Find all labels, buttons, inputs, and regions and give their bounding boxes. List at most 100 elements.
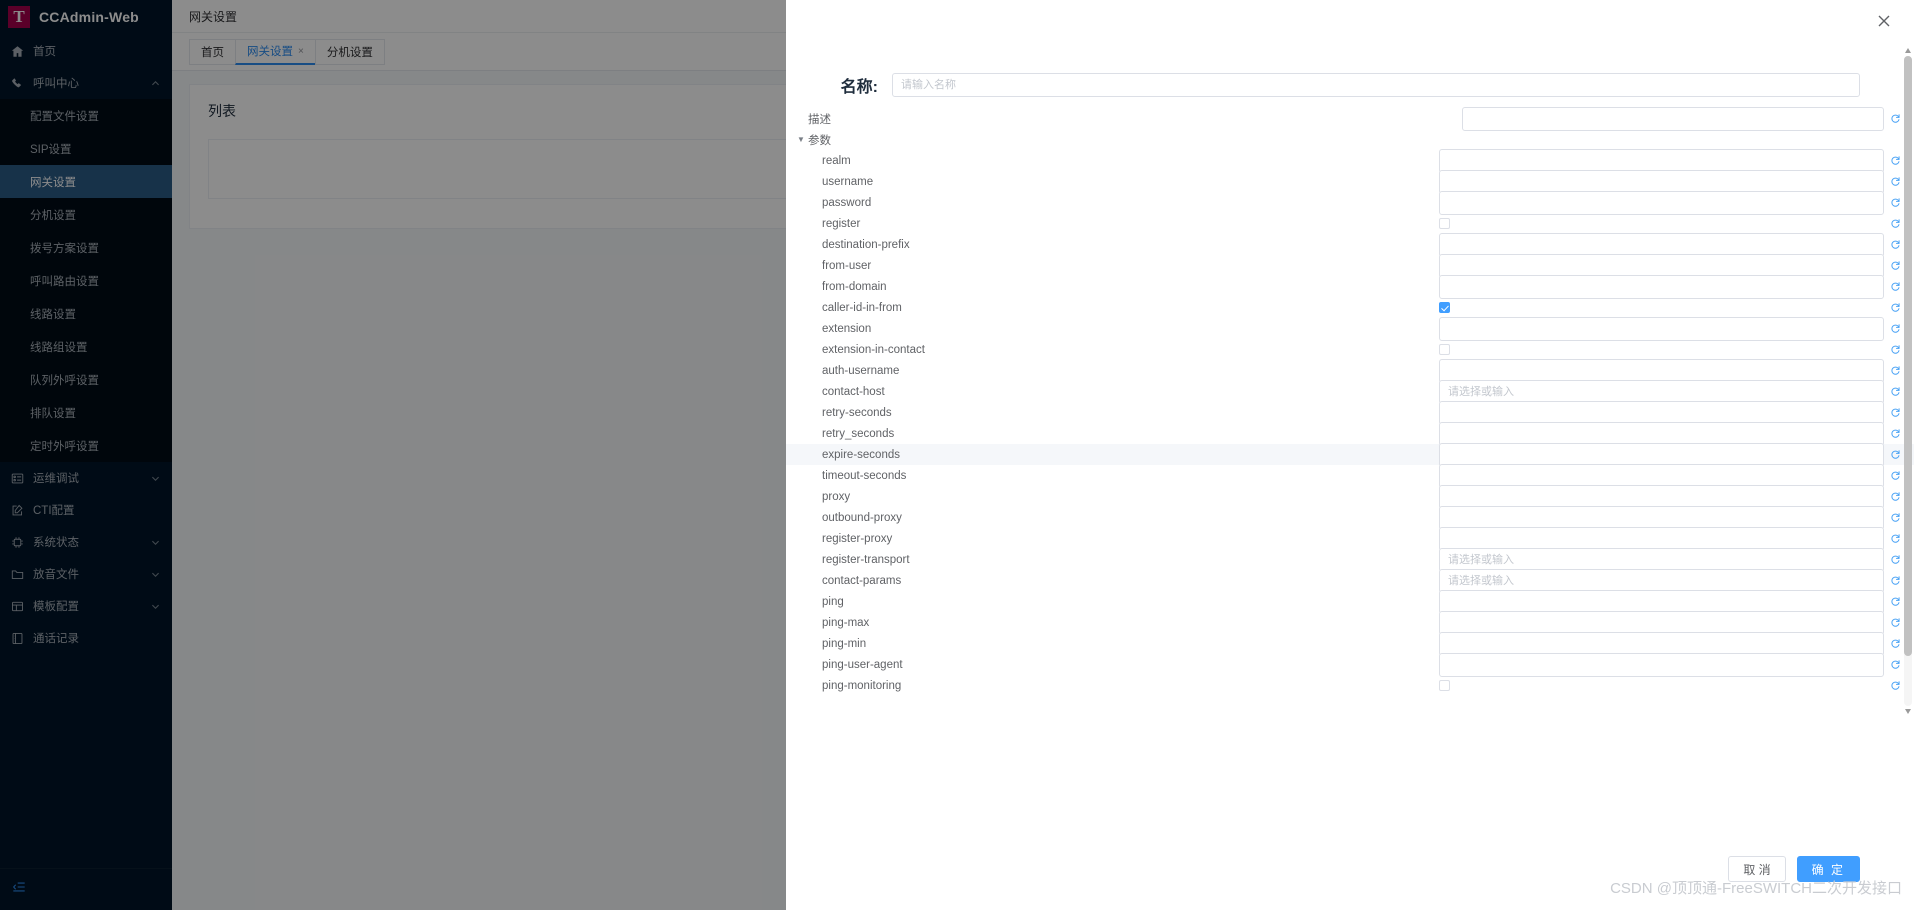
field-row-outbound-proxy: outbound-proxy bbox=[786, 505, 1914, 530]
refresh-reset-icon[interactable] bbox=[1884, 218, 1906, 229]
refresh-reset-icon[interactable] bbox=[1884, 365, 1906, 376]
refresh-reset-icon[interactable] bbox=[1884, 176, 1906, 187]
field-row-destination-prefix: destination-prefix bbox=[786, 232, 1914, 257]
scrollbar-thumb[interactable] bbox=[1904, 56, 1912, 656]
field-row-expire-seconds: expire-seconds bbox=[786, 442, 1914, 467]
refresh-reset-icon[interactable] bbox=[1884, 344, 1906, 355]
refresh-reset-icon[interactable] bbox=[1884, 323, 1906, 334]
field-label: proxy bbox=[822, 490, 851, 503]
field-label: contact-host bbox=[822, 385, 885, 398]
name-input-wrap bbox=[892, 73, 1860, 97]
refresh-reset-icon[interactable] bbox=[1884, 239, 1906, 250]
refresh-reset-icon[interactable] bbox=[1884, 512, 1906, 523]
field-label-wrap: extension bbox=[786, 323, 871, 335]
field-label: retry_seconds bbox=[822, 427, 895, 440]
field-label: auth-username bbox=[822, 364, 900, 377]
field-label-wrap: ping-monitoring bbox=[786, 680, 901, 692]
field-control bbox=[1439, 302, 1884, 313]
field-label-wrap: from-user bbox=[786, 260, 871, 272]
field-label: 描述 bbox=[808, 113, 831, 126]
field-label-wrap: ping-min bbox=[786, 638, 866, 650]
refresh-reset-icon[interactable] bbox=[1884, 533, 1906, 544]
field-row-from-domain: from-domain bbox=[786, 274, 1914, 299]
refresh-reset-icon[interactable] bbox=[1884, 449, 1906, 460]
field-label: outbound-proxy bbox=[822, 511, 902, 524]
refresh-reset-icon[interactable] bbox=[1884, 428, 1906, 439]
field-label-wrap: realm bbox=[786, 155, 851, 167]
params-tree: 描述 ▼ 参数 realm username password register… bbox=[786, 102, 1914, 696]
caret-down-icon[interactable]: ▼ bbox=[794, 135, 808, 144]
field-row-proxy: proxy bbox=[786, 484, 1914, 509]
field-label-wrap: password bbox=[786, 197, 871, 209]
refresh-reset-icon[interactable] bbox=[1884, 659, 1906, 670]
refresh-reset-icon[interactable] bbox=[1884, 260, 1906, 271]
field-label: realm bbox=[822, 154, 851, 167]
field-row-password: password bbox=[786, 190, 1914, 215]
field-row-username: username bbox=[786, 169, 1914, 194]
field-label-wrap: expire-seconds bbox=[786, 449, 900, 461]
field-label-wrap: extension-in-contact bbox=[786, 344, 925, 356]
refresh-reset-icon[interactable] bbox=[1884, 197, 1906, 208]
refresh-reset-icon[interactable] bbox=[1884, 407, 1906, 418]
refresh-reset-icon[interactable] bbox=[1884, 491, 1906, 502]
field-label-wrap: contact-params bbox=[786, 575, 901, 587]
field-row-retry-seconds: retry-seconds bbox=[786, 400, 1914, 425]
field-label: destination-prefix bbox=[822, 238, 910, 251]
field-label: from-user bbox=[822, 259, 872, 272]
field-row-caller-id-in-from: caller-id-in-from bbox=[786, 297, 1914, 318]
refresh-reset-icon[interactable] bbox=[1884, 470, 1906, 481]
name-input[interactable] bbox=[892, 73, 1860, 97]
field-row-retry_seconds: retry_seconds bbox=[786, 421, 1914, 446]
field-label-wrap: caller-id-in-from bbox=[786, 302, 902, 314]
text-input-ping-user-agent[interactable] bbox=[1439, 652, 1884, 677]
text-input-extension[interactable] bbox=[1439, 316, 1884, 341]
field-row-extension-in-contact: extension-in-contact bbox=[786, 339, 1914, 360]
description-input[interactable] bbox=[1462, 106, 1884, 131]
refresh-reset-icon[interactable] bbox=[1884, 680, 1906, 691]
refresh-reset-icon[interactable] bbox=[1884, 596, 1906, 607]
text-input-password[interactable] bbox=[1439, 190, 1884, 215]
refresh-reset-icon[interactable] bbox=[1884, 638, 1906, 649]
field-group-params[interactable]: ▼ 参数 bbox=[786, 129, 1914, 150]
dialog-scrollbar[interactable] bbox=[1904, 48, 1912, 714]
refresh-reset-icon[interactable] bbox=[1884, 575, 1906, 586]
checkbox-extension-in-contact[interactable] bbox=[1439, 344, 1450, 355]
field-label: register-transport bbox=[822, 553, 910, 566]
field-label: extension-in-contact bbox=[822, 343, 925, 356]
field-control bbox=[1439, 680, 1884, 691]
field-row-ping-monitoring: ping-monitoring bbox=[786, 675, 1914, 696]
field-label-wrap: proxy bbox=[786, 491, 850, 503]
refresh-reset-icon[interactable] bbox=[1884, 617, 1906, 628]
field-label-wrap: register bbox=[786, 218, 860, 230]
field-control bbox=[1462, 106, 1884, 131]
field-label-wrap: ping-user-agent bbox=[786, 659, 903, 671]
field-label: caller-id-in-from bbox=[822, 301, 902, 314]
field-label-wrap: username bbox=[786, 176, 873, 188]
refresh-reset-icon[interactable] bbox=[1884, 113, 1906, 124]
refresh-reset-icon[interactable] bbox=[1884, 155, 1906, 166]
field-label: ping-monitoring bbox=[822, 679, 902, 692]
name-label: 名称: bbox=[840, 79, 878, 96]
field-label-wrap: register-proxy bbox=[786, 533, 892, 545]
refresh-reset-icon[interactable] bbox=[1884, 302, 1906, 313]
scroll-down-arrow-icon[interactable] bbox=[1905, 709, 1911, 714]
checkbox-register[interactable] bbox=[1439, 218, 1450, 229]
field-row-ping: ping bbox=[786, 589, 1914, 614]
field-label-wrap: outbound-proxy bbox=[786, 512, 902, 524]
field-label-wrap: from-domain bbox=[786, 281, 887, 293]
checkbox-ping-monitoring[interactable] bbox=[1439, 680, 1450, 691]
field-row-contact-host: contact-host bbox=[786, 379, 1914, 404]
field-label: username bbox=[822, 175, 874, 188]
refresh-reset-icon[interactable] bbox=[1884, 386, 1906, 397]
field-row-auth-username: auth-username bbox=[786, 358, 1914, 383]
scroll-up-arrow-icon[interactable] bbox=[1905, 48, 1911, 53]
refresh-reset-icon[interactable] bbox=[1884, 554, 1906, 565]
field-label: register-proxy bbox=[822, 532, 893, 545]
checkbox-caller-id-in-from[interactable] bbox=[1439, 302, 1450, 313]
field-label: timeout-seconds bbox=[822, 469, 907, 482]
refresh-reset-icon[interactable] bbox=[1884, 281, 1906, 292]
field-row-register: register bbox=[786, 213, 1914, 234]
field-label: from-domain bbox=[822, 280, 887, 293]
field-label-wrap: ▼ 参数 bbox=[786, 132, 831, 148]
text-input-from-domain[interactable] bbox=[1439, 274, 1884, 299]
